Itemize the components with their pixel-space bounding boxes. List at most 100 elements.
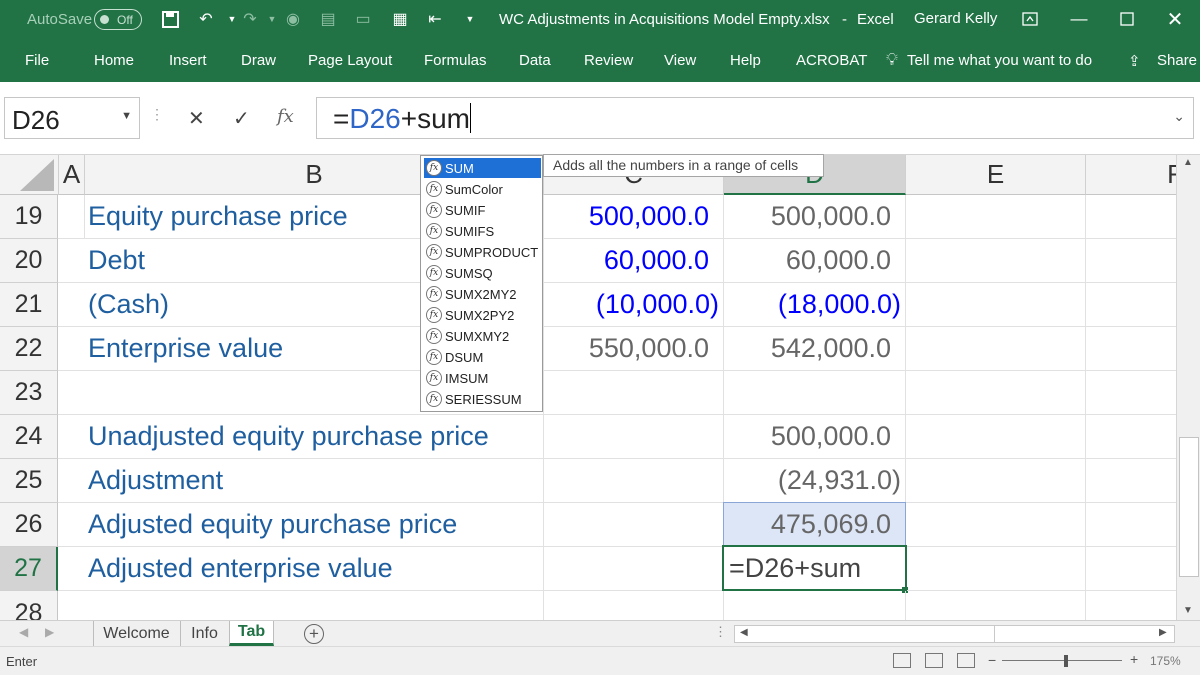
- tab-formulas[interactable]: Formulas: [424, 52, 487, 69]
- maximize-icon[interactable]: [1113, 6, 1141, 32]
- sheet-tab-welcome[interactable]: Welcome: [93, 621, 179, 646]
- cell-d24[interactable]: 500,000.0: [724, 415, 906, 459]
- zoom-slider[interactable]: [1002, 660, 1122, 661]
- autosave-toggle[interactable]: Off: [94, 9, 142, 30]
- row-header-27[interactable]: 27: [0, 547, 58, 591]
- cell-f21[interactable]: [1086, 283, 1176, 327]
- user-name[interactable]: Gerard Kelly: [914, 10, 997, 27]
- cell-e22[interactable]: [906, 327, 1086, 371]
- tab-draw[interactable]: Draw: [241, 52, 276, 69]
- formula-input[interactable]: =D26+sum ⌄: [316, 97, 1194, 139]
- undo-dropdown-icon[interactable]: ▼: [222, 9, 242, 29]
- row-header-21[interactable]: 21: [0, 283, 58, 327]
- present-icon[interactable]: ▭: [353, 9, 373, 29]
- cell-d20[interactable]: 60,000.0: [724, 239, 906, 283]
- cancel-icon[interactable]: ✕: [188, 106, 205, 131]
- autocomplete-item-sumif[interactable]: fx SUMIF: [424, 200, 541, 220]
- splitter-handle-icon[interactable]: ⋮: [714, 624, 727, 640]
- chevron-down-icon[interactable]: ▼: [121, 110, 132, 122]
- cell-f19[interactable]: [1086, 195, 1176, 239]
- zoom-out-icon[interactable]: −: [988, 652, 996, 668]
- cell-b28[interactable]: [58, 591, 544, 620]
- page-layout-view-icon[interactable]: [925, 653, 943, 668]
- camera-icon[interactable]: ◉: [283, 9, 303, 29]
- tab-home[interactable]: Home: [94, 52, 134, 69]
- cell-d25[interactable]: (24,931.0): [724, 459, 906, 503]
- cell-f24[interactable]: [1086, 415, 1176, 459]
- tab-help[interactable]: Help: [730, 52, 761, 69]
- tab-acrobat[interactable]: ACROBAT: [796, 52, 867, 69]
- cell-e27[interactable]: [907, 547, 1086, 591]
- cell-e19[interactable]: [906, 195, 1086, 239]
- row-header-25[interactable]: 25: [0, 459, 58, 503]
- cell-f23[interactable]: [1086, 371, 1176, 415]
- normal-view-icon[interactable]: [893, 653, 911, 668]
- autocomplete-item-sum[interactable]: fx SUM: [424, 158, 541, 178]
- scroll-up-icon[interactable]: ▲: [1183, 157, 1193, 168]
- undo-icon[interactable]: ↶: [196, 9, 216, 29]
- more-options-icon[interactable]: ⋮: [150, 106, 164, 123]
- cell-c23[interactable]: [544, 371, 724, 415]
- cell-f27[interactable]: [1086, 547, 1176, 591]
- redo-dropdown-icon[interactable]: ▼: [262, 9, 282, 29]
- cell-e24[interactable]: [906, 415, 1086, 459]
- page-break-view-icon[interactable]: [957, 653, 975, 668]
- share-button[interactable]: Share: [1157, 52, 1197, 69]
- autocomplete-item-sumx2my2[interactable]: fx SUMX2MY2: [424, 284, 541, 304]
- select-all-corner[interactable]: [0, 155, 59, 195]
- cell-e26[interactable]: [906, 503, 1086, 547]
- cell-d26-referenced[interactable]: 475,069.0: [723, 502, 906, 546]
- cell-e28[interactable]: [906, 591, 1086, 620]
- vertical-scrollbar[interactable]: ▲ ▼: [1176, 155, 1200, 620]
- scroll-right-icon[interactable]: ▶: [1159, 627, 1167, 638]
- cell-f20[interactable]: [1086, 239, 1176, 283]
- sheet-prev-icon[interactable]: ◀: [19, 625, 28, 639]
- share-icon[interactable]: ⇪: [1128, 52, 1141, 70]
- row-header-23[interactable]: 23: [0, 371, 58, 415]
- save-icon[interactable]: [160, 9, 180, 29]
- cell-d27-active-editing[interactable]: =D26+sum: [722, 545, 907, 591]
- cell-f26[interactable]: [1086, 503, 1176, 547]
- zoom-in-icon[interactable]: +: [1130, 651, 1138, 667]
- row-header-22[interactable]: 22: [0, 327, 58, 371]
- tab-view[interactable]: View: [664, 52, 696, 69]
- autocomplete-item-sumcolor[interactable]: fx SumColor: [424, 179, 541, 199]
- calculator-icon[interactable]: ▦: [390, 9, 410, 29]
- enter-icon[interactable]: ✓: [233, 106, 250, 131]
- name-box[interactable]: D26 ▼: [4, 97, 140, 139]
- scroll-left-icon[interactable]: ◀: [740, 627, 748, 638]
- row-header-28[interactable]: 28: [0, 591, 58, 620]
- tab-page-layout[interactable]: Page Layout: [308, 52, 392, 69]
- cell-c27[interactable]: [544, 547, 724, 591]
- autocomplete-item-imsum[interactable]: fx IMSUM: [424, 368, 541, 388]
- tab-data[interactable]: Data: [519, 52, 551, 69]
- redo-icon[interactable]: ↷: [240, 9, 260, 29]
- autocomplete-item-sumsq[interactable]: fx SUMSQ: [424, 263, 541, 283]
- cell-f25[interactable]: [1086, 459, 1176, 503]
- close-icon[interactable]: ✕: [1161, 6, 1189, 32]
- sheet-tab-tab[interactable]: Tab: [229, 621, 274, 646]
- insert-function-button[interactable]: fx: [277, 106, 294, 127]
- expand-formula-icon[interactable]: ⌄: [1173, 108, 1185, 125]
- horizontal-scrollbar[interactable]: ◀ ▶: [734, 625, 1175, 643]
- row-header-20[interactable]: 20: [0, 239, 58, 283]
- cell-c25[interactable]: [544, 459, 724, 503]
- zoom-slider-knob[interactable]: [1064, 655, 1068, 667]
- add-sheet-button[interactable]: +: [304, 624, 324, 644]
- autocomplete-item-sumproduct[interactable]: fx SUMPRODUCT: [424, 242, 541, 262]
- cell-d21[interactable]: (18,000.0): [724, 283, 906, 327]
- cell-b26[interactable]: Adjusted equity purchase price: [58, 503, 544, 547]
- autocomplete-item-sumifs[interactable]: fx SUMIFS: [424, 221, 541, 241]
- cell-c28[interactable]: [544, 591, 724, 620]
- cell-c24[interactable]: [544, 415, 724, 459]
- autocomplete-item-dsum[interactable]: fx DSUM: [424, 347, 541, 367]
- column-header-a[interactable]: A: [59, 155, 85, 195]
- exit-icon[interactable]: ⇤: [425, 9, 445, 29]
- autocomplete-item-seriessum[interactable]: fx SERIESSUM: [424, 389, 541, 409]
- vertical-scroll-thumb[interactable]: [1179, 437, 1199, 577]
- tell-me-search[interactable]: Tell me what you want to do: [907, 52, 1092, 69]
- minimize-icon[interactable]: —: [1065, 6, 1093, 32]
- cell-d28[interactable]: [724, 591, 906, 620]
- cell-b24[interactable]: Unadjusted equity purchase price: [58, 415, 544, 459]
- column-header-e[interactable]: E: [906, 155, 1086, 195]
